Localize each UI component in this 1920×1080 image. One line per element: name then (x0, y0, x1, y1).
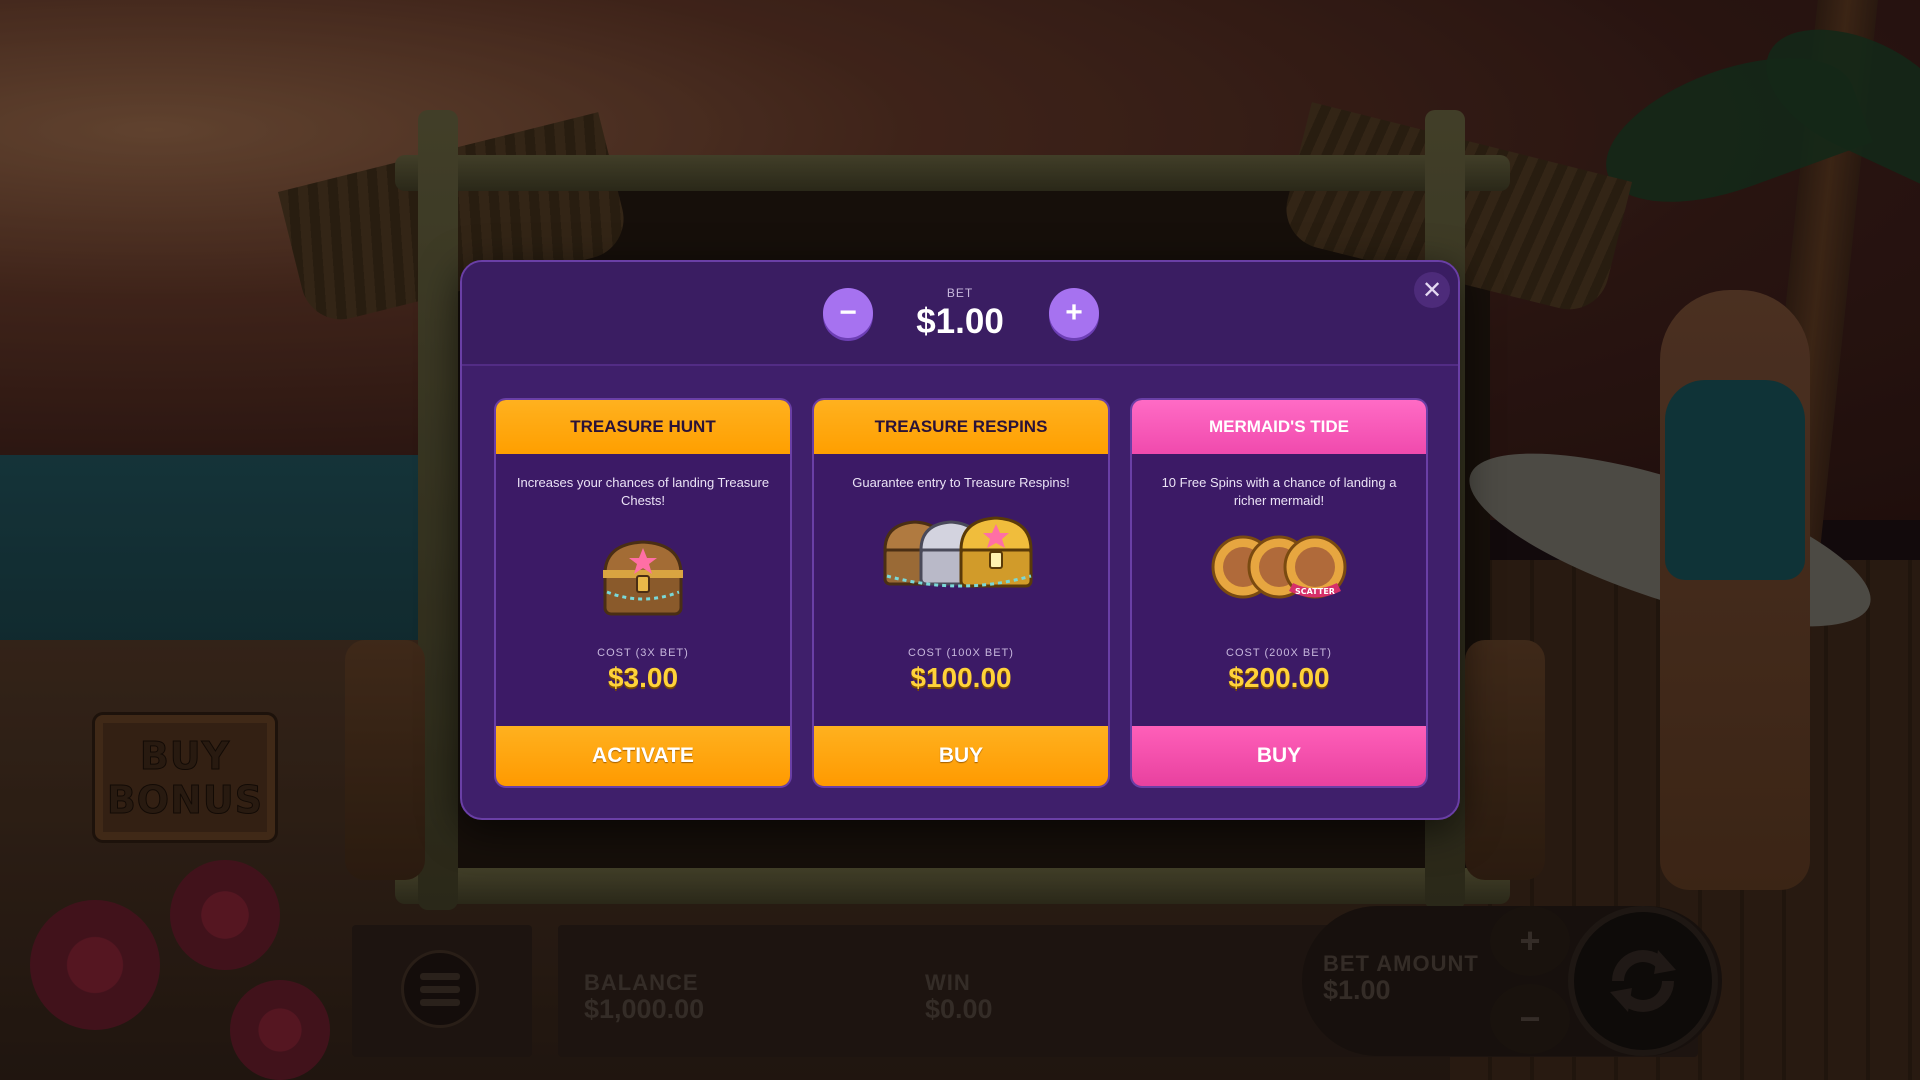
activate-button[interactable]: ACTIVATE (496, 726, 790, 786)
scatter-coin-label: SCATTER (1295, 587, 1335, 596)
cost-value: $200.00 (1228, 662, 1330, 693)
card-description: Increases your chances of landing Treasu… (516, 475, 770, 508)
buy-button[interactable]: BUY (1132, 726, 1426, 786)
cost-value: $100.00 (910, 662, 1012, 693)
card-title: MERMAID'S TIDE (1132, 400, 1426, 454)
card-title: TREASURE RESPINS (814, 400, 1108, 454)
bet-caption: BET (946, 286, 974, 300)
bet-selector: − BET $1.00 + ✕ (462, 262, 1458, 366)
cost-caption: COST (200X BET) (1226, 647, 1332, 659)
card-description: 10 Free Spins with a chance of landing a… (1161, 475, 1397, 508)
bet-increase-button[interactable]: + (1049, 288, 1099, 338)
card-art (496, 532, 790, 622)
close-button[interactable]: ✕ (1414, 272, 1450, 308)
bet-value: $1.00 (916, 302, 1004, 341)
cost-caption: COST (3X BET) (597, 647, 689, 659)
cost-value: $3.00 (607, 662, 679, 693)
feature-card-mermaids-tide: MERMAID'S TIDE 10 Free Spins with a chan… (1130, 398, 1428, 788)
feature-card-treasure-respins: TREASURE RESPINS Guarantee entry to Trea… (812, 398, 1110, 788)
card-description: Guarantee entry to Treasure Respins! (852, 475, 1070, 490)
card-art: SCATTER (1132, 524, 1426, 614)
buy-button[interactable]: BUY (814, 726, 1108, 786)
scatter-coins-icon: SCATTER (1211, 535, 1347, 599)
card-art (814, 512, 1108, 602)
buy-bonus-modal: − BET $1.00 + ✕ TREASURE HUNT Increases … (460, 260, 1460, 820)
cost-caption: COST (100X BET) (908, 647, 1014, 659)
triple-treasure-chest-icon (883, 516, 1033, 588)
card-title: TREASURE HUNT (496, 400, 790, 454)
feature-card-treasure-hunt: TREASURE HUNT Increases your chances of … (494, 398, 792, 788)
treasure-chest-icon (603, 540, 683, 616)
